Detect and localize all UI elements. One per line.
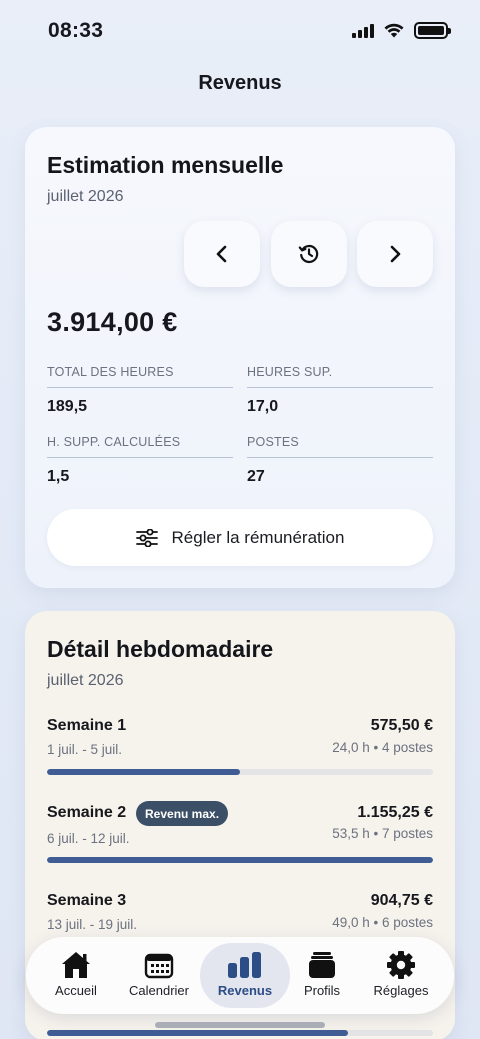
tab-label: Profils [303,983,341,998]
house-icon [60,950,92,980]
status-icons [352,22,451,39]
tab-label: Accueil [55,983,97,998]
monthly-estimation-card: Estimation mensuelle juillet 2026 3.914,… [25,127,455,588]
estimated-amount: 3.914,00 € [47,307,178,337]
stat-total-hours: TOTAL DES HEURES 189,5 [47,365,233,416]
calendar-icon [144,950,174,980]
battery-icon [414,22,451,39]
tab-label: Réglages [373,983,429,998]
week-amount: 904,75 € [370,892,433,909]
tab-accueil[interactable]: Accueil [34,943,118,1008]
page-title: Revenus [198,72,282,94]
week-name: Semaine 3 [47,892,127,909]
stat-shifts: POSTES 27 [247,435,433,486]
tab-reglages[interactable]: Réglages [359,943,443,1008]
tab-label: Revenus [217,983,273,998]
cellular-signal-icon [352,23,374,38]
adjust-pay-label: Régler la rémunération [171,527,345,547]
week-name: Semaine 2 [47,804,127,821]
sliders-icon [135,528,158,547]
stat-overtime-hours: HEURES SUP. 17,0 [247,365,433,416]
stat-value: 27 [247,468,265,485]
adjust-pay-button[interactable]: Régler la rémunération [47,509,433,566]
stat-value: 17,0 [247,398,279,415]
bar-chart-icon [226,950,264,980]
tab-label: Calendrier [129,983,189,998]
stat-value: 1,5 [47,468,70,485]
stat-label: TOTAL DES HEURES [47,365,233,388]
week-progress-bar [47,1030,433,1036]
week-progress-fill [47,769,240,775]
chevron-right-icon [390,245,401,263]
week-meta: 53,5 h • 7 postes [332,826,433,841]
status-time: 08:33 [48,19,104,42]
estimation-month: juillet 2026 [47,188,124,205]
week-progress-bar [47,857,433,863]
week-meta: 24,0 h • 4 postes [332,740,433,755]
stat-calculated-overtime: H. SUPP. CALCULÉES 1,5 [47,435,233,486]
chevron-left-icon [216,245,227,263]
history-button[interactable] [271,221,347,287]
week-dates: 6 juil. - 12 juil. [47,831,130,846]
stat-label: POSTES [247,435,433,458]
history-icon [298,244,319,264]
tab-revenus[interactable]: Revenus [200,943,290,1008]
week-dates: 13 juil. - 19 juil. [47,917,138,932]
status-bar: 08:33 [0,0,480,64]
stat-label: H. SUPP. CALCULÉES [47,435,233,458]
tab-profils[interactable]: Profils [280,943,364,1008]
max-revenue-badge: Revenu max. [136,801,229,826]
stat-value: 189,5 [47,398,88,415]
estimation-title: Estimation mensuelle [47,152,284,178]
week-name: Semaine 1 [47,717,127,734]
tab-bar: Accueil Calendrier Revenus Profils Régla… [26,937,454,1014]
week-progress-fill [47,1030,349,1036]
week-meta: 49,0 h • 6 postes [332,915,433,930]
home-indicator [155,1022,325,1028]
week-dates: 1 juil. - 5 juil. [47,742,123,757]
weekly-month: juillet 2026 [47,672,124,689]
wifi-icon [384,23,404,38]
week-amount: 575,50 € [370,717,433,734]
stack-icon [307,950,337,980]
week-amount: 1.155,25 € [357,804,433,821]
gear-icon [386,950,416,980]
next-month-button[interactable] [357,221,433,287]
previous-month-button[interactable] [184,221,260,287]
stat-label: HEURES SUP. [247,365,433,388]
week-progress-bar [47,769,433,775]
weekly-title: Détail hebdomadaire [47,636,274,662]
tab-calendrier[interactable]: Calendrier [117,943,201,1008]
week-progress-fill [47,857,433,863]
